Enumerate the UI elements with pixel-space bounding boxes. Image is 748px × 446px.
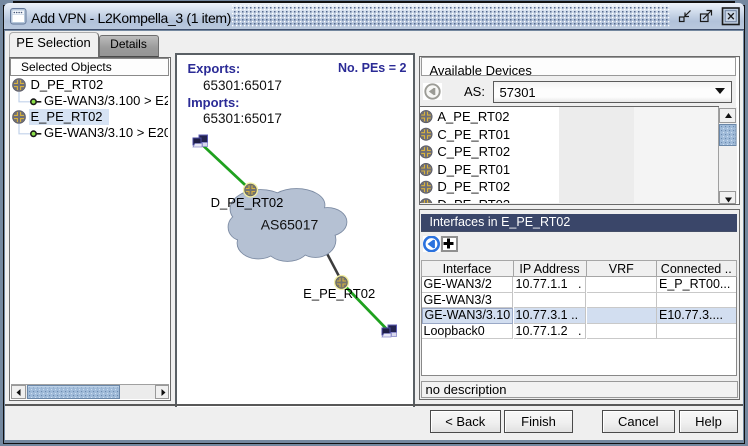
svg-text:E_PE_RT02: E_PE_RT02 — [303, 286, 375, 301]
svg-text:AS65017: AS65017 — [260, 217, 318, 233]
svg-text:D_PE_RT02: D_PE_RT02 — [210, 195, 283, 210]
